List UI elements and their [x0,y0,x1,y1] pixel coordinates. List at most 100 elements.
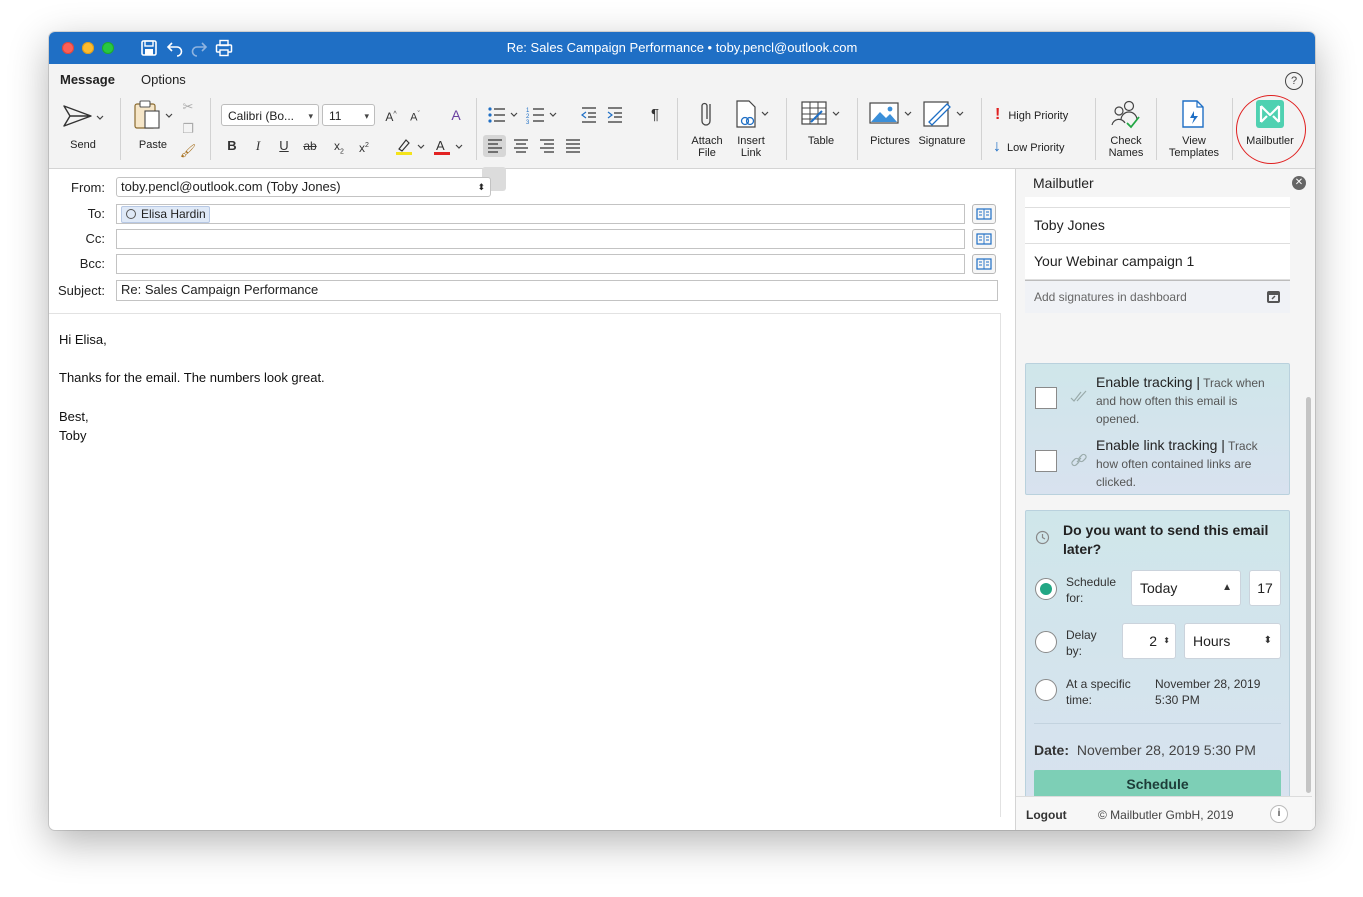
schedule-for-radio[interactable] [1035,578,1057,600]
show-formatting-icon[interactable]: ¶ [644,104,666,126]
send-later-question: Do you want to send this email later? [1063,522,1269,557]
bcc-field[interactable] [116,254,965,274]
table-button[interactable]: Table [797,98,845,147]
add-signatures-link[interactable]: Add signatures in dashboard [1025,280,1290,313]
decrease-indent-icon[interactable] [580,106,598,124]
paste-label: Paste [138,139,168,151]
info-icon[interactable]: i [1270,805,1288,823]
paste-icon [134,100,173,129]
picture-icon [869,102,912,124]
increase-indent-icon[interactable] [606,106,624,124]
delay-unit-select[interactable]: Hours ⬍ [1184,623,1281,659]
insert-link-label-line2: Link [740,147,762,159]
cc-address-book-button[interactable] [972,229,996,249]
attach-file-button[interactable]: Attach File [685,98,729,159]
svg-text:A: A [436,138,445,153]
enable-tracking-checkbox[interactable] [1035,387,1057,409]
signature-item[interactable]: Your Webinar campaign 1 [1025,244,1290,280]
low-priority-button[interactable]: ↓ Low Priority [993,138,1064,156]
font-color-icon[interactable]: A [432,137,468,157]
copy-icon[interactable]: ❐ [177,118,199,140]
signature-label: Signature [918,135,966,147]
ribbon-divider [1156,98,1157,160]
grow-font-icon[interactable]: A^ [380,104,402,126]
strikethrough-icon[interactable]: ab [299,135,321,157]
cc-field[interactable] [116,229,965,249]
paste-button[interactable]: Paste [131,98,175,151]
pictures-label: Pictures [870,135,910,147]
numbering-icon[interactable]: 123 [526,106,560,124]
signature-item[interactable]: Toby Jones [1025,207,1290,244]
delay-value-stepper[interactable]: 2 ⬍ [1122,623,1176,659]
double-check-icon [1070,390,1087,402]
cut-icon[interactable]: ✂ [177,96,199,118]
ribbon-divider [786,98,787,160]
panel-scrollbar[interactable] [1306,397,1311,793]
bcc-address-book-button[interactable] [972,254,996,274]
justify-icon[interactable] [565,139,581,153]
signature-button[interactable]: Signature [915,98,969,147]
enable-link-tracking-title: Enable link tracking | [1096,437,1225,453]
to-field[interactable]: Elisa Hardin [116,204,965,224]
message-body[interactable]: Hi Elisa, Thanks for the email. The numb… [49,313,1001,817]
subject-field[interactable]: Re: Sales Campaign Performance [116,280,998,301]
specific-time-radio[interactable] [1035,679,1057,701]
send-button[interactable]: Send [61,98,105,151]
specific-date[interactable]: November 28, 2019 [1155,676,1285,692]
tab-message[interactable]: Message [60,72,115,94]
help-icon[interactable]: ? [1285,72,1303,90]
schedule-button[interactable]: Schedule [1034,770,1281,799]
align-right-icon[interactable] [539,139,555,153]
shrink-font-icon[interactable]: Aˇ [404,104,426,126]
paperclip-icon [701,102,711,126]
tracking-card: Enable tracking | Track when and how oft… [1025,363,1290,495]
body-line: Hi Elisa, [59,332,107,347]
schedule-day-select[interactable]: Today ▲ [1131,570,1241,606]
dashboard-icon [1267,291,1280,303]
bold-icon[interactable]: B [221,135,243,157]
close-icon[interactable]: ✕ [1292,176,1306,190]
clear-formatting-icon[interactable]: A [445,104,467,126]
format-painter-icon[interactable]: 🖌 [177,140,199,162]
view-templates-button[interactable]: View Templates [1163,98,1225,159]
recipient-chip[interactable]: Elisa Hardin [121,206,210,223]
align-left-icon[interactable] [487,139,503,153]
check-names-button[interactable]: Check Names [1103,98,1149,159]
bcc-label: Bcc: [79,256,105,271]
specific-time[interactable]: 5:30 PM [1155,692,1285,708]
specific-time-label: At a specific time: [1066,677,1131,707]
font-size-select[interactable]: 11 ▾ [322,104,375,126]
ribbon-divider [981,98,982,160]
underline-icon[interactable]: U [273,135,295,157]
ribbon-divider [120,98,121,160]
tab-options[interactable]: Options [141,72,186,87]
ribbon-divider [677,98,678,160]
bullets-icon[interactable] [487,106,521,124]
italic-icon[interactable]: I [247,135,269,157]
insert-link-button[interactable]: Insert Link [729,98,773,159]
align-center-icon[interactable] [513,139,529,153]
body-line: Thanks for the email. The numbers look g… [59,370,325,385]
send-label: Send [70,139,96,151]
delay-unit-value: Hours [1193,633,1231,649]
from-select[interactable]: toby.pencl@outlook.com (Toby Jones) ⬍ [116,177,491,197]
attach-file-label-line2: File [698,147,716,159]
enable-link-tracking-checkbox[interactable] [1035,450,1057,472]
pictures-button[interactable]: Pictures [865,98,915,147]
highlight-color-icon[interactable] [394,137,430,157]
to-address-book-button[interactable] [972,204,996,224]
font-name-value: Calibri (Bo... [228,109,295,123]
schedule-hour-field[interactable]: 17 [1249,570,1281,606]
ribbon-divider [210,98,211,160]
address-book-icon [976,233,992,245]
font-name-select[interactable]: Calibri (Bo... ▾ [221,104,319,126]
table-label: Table [807,135,835,147]
superscript-icon[interactable]: x2 [353,135,375,157]
high-priority-button[interactable]: ! High Priority [995,106,1068,124]
delay-value: 2 [1149,633,1157,649]
logout-link[interactable]: Logout [1026,808,1067,822]
insert-link-icon [736,100,769,128]
attach-file-label-line1: Attach [691,135,723,147]
subscript-icon[interactable]: x2 [328,135,350,157]
delay-by-radio[interactable] [1035,631,1057,653]
